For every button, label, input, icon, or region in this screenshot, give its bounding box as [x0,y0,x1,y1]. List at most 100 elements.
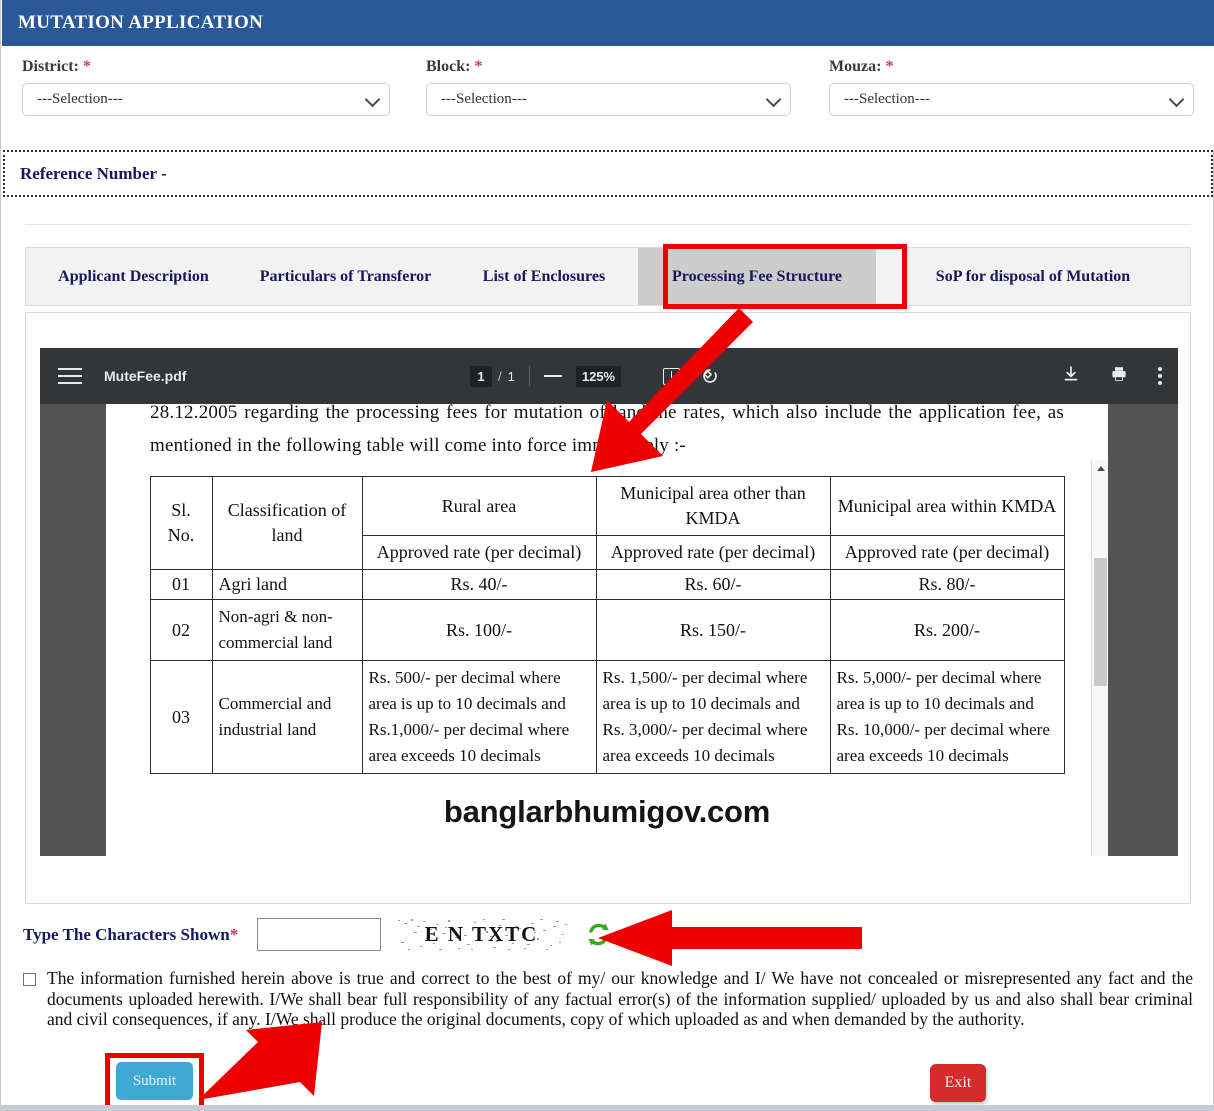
cell-municipal-other: Rs. 150/- [595,599,831,661]
tab-bar: Applicant Description Particulars of Tra… [25,247,1191,306]
cell-sl: 03 [149,660,213,774]
pdf-page: 28.12.2005 regarding the processing fees… [106,404,1108,856]
table-header-row: Sl. No. Classification of land Rural are… [149,476,1065,570]
captcha-label: Type The Characters Shown* [23,925,238,945]
district-label: District: * [22,58,390,76]
pdf-toolbar: MuteFee.pdf 1 / 1 125% [40,348,1178,404]
cell-municipal-other: Rs. 1,500/- per decimal where area is up… [595,660,831,774]
mouza-select[interactable]: ---Selection--- [829,83,1194,116]
subheader-rural-rate: Approved rate (per decimal) [361,535,597,570]
district-label-text: District: [22,58,79,75]
pdf-page-separator: / [498,368,502,384]
toolbar-divider [528,366,530,386]
cell-classification: Commercial and industrial land [211,660,363,774]
cell-municipal-kmda: Rs. 200/- [829,599,1065,661]
pdf-viewer: MuteFee.pdf 1 / 1 125% 28.12.2005 regard… [40,348,1178,856]
block-field: Block: * ---Selection--- [426,58,791,116]
pdf-vertical-scrollbar[interactable] [1091,460,1108,856]
captcha-label-text: Type The Characters Shown [23,925,230,944]
pdf-toolbar-right [1062,348,1162,404]
declaration-text: The information furnished herein above i… [47,968,1193,1029]
fit-to-page-icon[interactable] [663,367,681,385]
header-municipal-within-kmda: Municipal area within KMDA [829,476,1065,536]
captcha-row: Type The Characters Shown* E N TXTC [23,915,1193,957]
cell-sl: 02 [149,599,213,661]
reference-number-label: Reference Number - [20,163,167,183]
subheader-municipal-kmda-rate: Approved rate (per decimal) [829,535,1065,570]
block-label-text: Block: [426,58,471,75]
chevron-down-icon [364,91,381,107]
block-select-value: ---Selection--- [441,91,527,107]
tab-applicant-description[interactable]: Applicant Description [26,248,241,305]
header-rural-area: Rural area [361,476,597,536]
cell-municipal-other: Rs. 60/- [595,569,831,600]
district-required-asterisk: * [82,58,91,75]
download-icon[interactable] [1062,365,1080,388]
header-municipal-other-kmda: Municipal area other than KMDA [595,476,831,536]
print-icon[interactable] [1110,365,1128,388]
cell-municipal-kmda: Rs. 80/- [829,569,1065,600]
cell-classification: Agri land [211,569,363,600]
header-sl-no: Sl. No. [149,476,213,570]
cell-rural: Rs. 500/- per decimal where area is up t… [361,660,597,774]
block-select[interactable]: ---Selection--- [426,83,791,116]
block-required-asterisk: * [474,58,483,75]
cell-rural: Rs. 40/- [361,569,597,600]
captcha-image: E N TXTC [395,918,568,951]
cell-sl: 01 [149,569,213,600]
reference-number-box: Reference Number - [3,150,1213,197]
processing-fee-table: Sl. No. Classification of land Rural are… [149,476,1065,774]
more-options-icon[interactable] [1158,367,1162,385]
page-title: MUTATION APPLICATION [18,12,264,33]
captcha-code: E N TXTC [424,922,539,946]
table-row: 03 Commercial and industrial land Rs. 50… [149,660,1065,774]
subheader-municipal-other-rate: Approved rate (per decimal) [595,535,831,570]
tab-list-of-enclosures[interactable]: List of Enclosures [450,248,638,305]
declaration-row: The information furnished herein above i… [23,968,1193,1030]
app-header: MUTATION APPLICATION [2,0,1214,46]
hamburger-menu-icon[interactable] [58,367,82,385]
annotation-arrow-to-submit [198,1022,322,1100]
table-row: 01 Agri land Rs. 40/- Rs. 60/- Rs. 80/- [149,569,1065,600]
refresh-icon[interactable] [585,921,612,948]
watermark: banglarbhumigov.com [443,794,771,829]
tab-sop-for-disposal-of-mutation[interactable]: SoP for disposal of Mutation [876,248,1190,305]
chevron-down-icon [765,91,782,107]
mouza-label: Mouza: * [829,58,1194,76]
cell-classification: Non-agri & non-commercial land [211,599,363,661]
chevron-down-icon [1168,91,1185,107]
table-row: 02 Non-agri & non-commercial land Rs. 10… [149,599,1065,661]
header-classification: Classification of land [211,476,363,570]
mouza-field: Mouza: * ---Selection--- [829,58,1194,116]
district-select[interactable]: ---Selection--- [22,83,390,116]
bottom-strip [1,1105,1214,1111]
mouza-select-value: ---Selection--- [844,91,930,107]
document-paragraph: 28.12.2005 regarding the processing fees… [150,404,1064,456]
tab-processing-fee-structure[interactable]: Processing Fee Structure [638,248,876,305]
cell-municipal-kmda: Rs. 5,000/- per decimal where area is up… [829,660,1065,774]
mouza-required-asterisk: * [885,58,894,75]
mouza-label-text: Mouza: [829,58,882,75]
exit-button[interactable]: Exit [930,1064,986,1102]
rotate-clockwise-icon[interactable] [700,366,720,386]
captcha-input[interactable] [257,918,381,951]
submit-button[interactable]: Submit [116,1062,193,1100]
district-field: District: * ---Selection--- [22,58,390,116]
captcha-required-asterisk: * [229,925,239,944]
scroll-up-arrow-icon[interactable] [1092,460,1108,477]
minus-icon[interactable] [543,375,562,377]
pdf-document-content: 28.12.2005 regarding the processing fees… [106,404,1108,829]
pdf-zoom-level[interactable]: 125% [575,365,622,387]
district-select-value: ---Selection--- [37,91,123,107]
scrollbar-thumb[interactable] [1094,558,1107,686]
block-label: Block: * [426,58,791,76]
pdf-panel: MuteFee.pdf 1 / 1 125% 28.12.2005 regard… [25,312,1191,904]
cell-rural: Rs. 100/- [361,599,597,661]
mutation-application-page: MUTATION APPLICATION District: * ---Sele… [0,0,1214,1111]
declaration-checkbox[interactable] [23,973,36,986]
pdf-filename: MuteFee.pdf [104,368,187,384]
pdf-page-input[interactable]: 1 [470,365,492,387]
pdf-page-total: 1 [507,368,515,384]
tab-particulars-of-transferor[interactable]: Particulars of Transferor [241,248,450,305]
divider [25,224,1191,225]
